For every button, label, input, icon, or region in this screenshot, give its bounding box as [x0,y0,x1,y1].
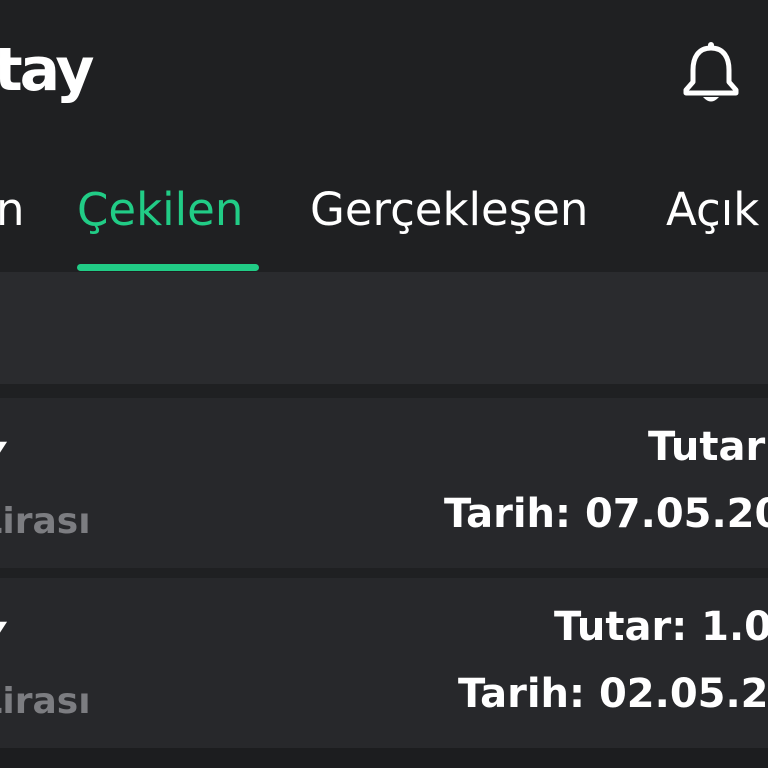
tab-completed[interactable]: Gerçekleşen [310,180,588,240]
tab-open[interactable]: Açık [666,180,759,240]
currency-name: k Lirası [0,681,91,722]
list-bottom-edge [0,748,768,768]
currency-name: k Lirası [0,501,91,542]
app-logo: tay [0,35,94,105]
filter-bar [0,272,768,384]
transactions-screen: tay n Çekilen Gerçekleşen Açık Y k Liras… [0,0,768,768]
active-tab-indicator [77,264,259,271]
bell-icon [683,42,739,102]
tab-previous[interactable]: n [0,180,25,240]
transaction-card[interactable]: Y k Lirası Tutar: 1.00 Tarih: 02.05.20 [0,578,768,748]
notifications-button[interactable] [682,40,740,106]
transaction-date: Tarih: 07.05.202 [444,491,768,537]
app-header: tay [0,0,768,140]
currency-code: Y [0,610,7,670]
transaction-date: Tarih: 02.05.20 [458,671,768,717]
transaction-amount: Tutar: [648,424,768,470]
tab-withdrawn[interactable]: Çekilen [77,180,243,240]
transaction-amount: Tutar: 1.00 [554,604,768,650]
transaction-card[interactable]: Y k Lirası Tutar: Tarih: 07.05.202 [0,398,768,568]
currency-code: Y [0,430,7,490]
transaction-tabs: n Çekilen Gerçekleşen Açık [0,160,768,272]
